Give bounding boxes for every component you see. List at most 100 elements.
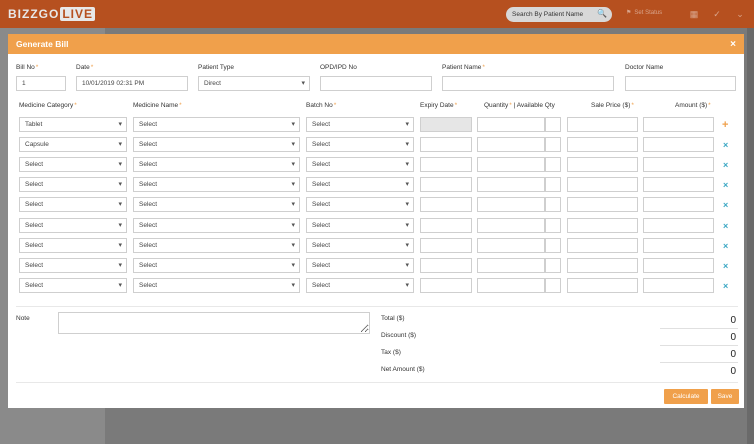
available-qty-field[interactable] bbox=[545, 137, 561, 152]
batch-no-select[interactable]: Select bbox=[306, 218, 414, 233]
opd-ipd-field[interactable] bbox=[320, 76, 432, 91]
tax-value[interactable]: 0 bbox=[660, 349, 736, 360]
medicine-name-select[interactable]: Select bbox=[133, 258, 300, 273]
quantity-field[interactable] bbox=[477, 137, 545, 152]
medicine-name-select[interactable]: Select bbox=[133, 238, 300, 253]
medicine-category-select[interactable]: Select bbox=[19, 197, 127, 212]
date-field[interactable]: 10/01/2019 02:31 PM bbox=[76, 76, 188, 91]
calculate-button[interactable]: Calculate bbox=[664, 389, 708, 404]
quantity-field[interactable] bbox=[477, 157, 545, 172]
medicine-category-select[interactable]: Select bbox=[19, 218, 127, 233]
delete-row-icon[interactable]: × bbox=[723, 241, 728, 251]
patient-type-select[interactable]: Direct bbox=[198, 76, 310, 91]
medicine-name-select[interactable]: Select bbox=[133, 137, 300, 152]
quantity-field[interactable] bbox=[477, 197, 545, 212]
available-qty-field[interactable] bbox=[545, 238, 561, 253]
amount-field[interactable] bbox=[643, 278, 714, 293]
expiry-date-field[interactable] bbox=[420, 157, 472, 172]
batch-no-select[interactable]: Select bbox=[306, 177, 414, 192]
delete-row-icon[interactable]: × bbox=[723, 281, 728, 291]
doctor-name-field[interactable] bbox=[625, 76, 736, 91]
quantity-field[interactable] bbox=[477, 258, 545, 273]
sale-price-field[interactable] bbox=[567, 177, 638, 192]
medicine-category-select[interactable]: Select bbox=[19, 238, 127, 253]
note-textarea[interactable] bbox=[58, 312, 370, 334]
medicine-name-select[interactable]: Select bbox=[133, 218, 300, 233]
discount-value[interactable]: 0 bbox=[660, 332, 736, 343]
expiry-date-field[interactable] bbox=[420, 218, 472, 233]
delete-row-icon[interactable]: × bbox=[723, 140, 728, 150]
medicine-name-select[interactable]: Select bbox=[133, 278, 300, 293]
available-qty-field[interactable] bbox=[545, 258, 561, 273]
close-icon[interactable]: × bbox=[730, 39, 736, 50]
batch-no-select[interactable]: Select bbox=[306, 258, 414, 273]
amount-field[interactable] bbox=[643, 258, 714, 273]
search-icon[interactable]: 🔍 bbox=[597, 9, 607, 18]
save-button[interactable]: Save bbox=[711, 389, 739, 404]
sale-price-field[interactable] bbox=[567, 157, 638, 172]
expiry-date-field[interactable] bbox=[420, 258, 472, 273]
bill-no-field[interactable]: 1 bbox=[16, 76, 66, 91]
add-row-icon[interactable]: + bbox=[722, 120, 728, 131]
amount-field[interactable] bbox=[643, 157, 714, 172]
user-status-menu[interactable]: ⚑ Set Status bbox=[626, 9, 662, 17]
batch-no-select[interactable]: Select bbox=[306, 197, 414, 212]
expiry-date-field[interactable] bbox=[420, 117, 472, 132]
calendar-icon[interactable]: ▦ bbox=[688, 8, 700, 20]
patient-search-input[interactable]: Search By Patient Name 🔍 bbox=[506, 7, 612, 22]
medicine-name-select[interactable]: Select bbox=[133, 157, 300, 172]
batch-no-select[interactable]: Select bbox=[306, 117, 414, 132]
amount-field[interactable] bbox=[643, 117, 714, 132]
available-qty-field[interactable] bbox=[545, 278, 561, 293]
sale-price-field[interactable] bbox=[567, 197, 638, 212]
sale-price-field[interactable] bbox=[567, 258, 638, 273]
batch-no-select[interactable]: Select bbox=[306, 278, 414, 293]
amount-field[interactable] bbox=[643, 177, 714, 192]
quantity-field[interactable] bbox=[477, 278, 545, 293]
quantity-field[interactable] bbox=[477, 117, 545, 132]
medicine-category-select[interactable]: Select bbox=[19, 278, 127, 293]
delete-row-icon[interactable]: × bbox=[723, 200, 728, 210]
brand-logo[interactable]: BIZZGO LIVE bbox=[8, 6, 95, 22]
expiry-date-field[interactable] bbox=[420, 177, 472, 192]
scrollbar[interactable] bbox=[747, 28, 754, 444]
sale-price-field[interactable] bbox=[567, 278, 638, 293]
patient-name-field[interactable] bbox=[442, 76, 614, 91]
expiry-date-field[interactable] bbox=[420, 197, 472, 212]
amount-field[interactable] bbox=[643, 218, 714, 233]
available-qty-field[interactable] bbox=[545, 117, 561, 132]
expiry-date-field[interactable] bbox=[420, 137, 472, 152]
available-qty-field[interactable] bbox=[545, 197, 561, 212]
delete-row-icon[interactable]: × bbox=[723, 160, 728, 170]
medicine-category-select[interactable]: Tablet bbox=[19, 117, 127, 132]
amount-field[interactable] bbox=[643, 137, 714, 152]
quantity-field[interactable] bbox=[477, 177, 545, 192]
quantity-field[interactable] bbox=[477, 218, 545, 233]
delete-row-icon[interactable]: × bbox=[723, 180, 728, 190]
sale-price-field[interactable] bbox=[567, 117, 638, 132]
chevron-down-icon[interactable]: ⌄ bbox=[734, 8, 746, 20]
medicine-name-select[interactable]: Select bbox=[133, 117, 300, 132]
quantity-field[interactable] bbox=[477, 238, 545, 253]
sale-price-field[interactable] bbox=[567, 137, 638, 152]
batch-no-select[interactable]: Select bbox=[306, 238, 414, 253]
expiry-date-field[interactable] bbox=[420, 238, 472, 253]
delete-row-icon[interactable]: × bbox=[723, 221, 728, 231]
sale-price-field[interactable] bbox=[567, 218, 638, 233]
batch-no-select[interactable]: Select bbox=[306, 157, 414, 172]
expiry-date-field[interactable] bbox=[420, 278, 472, 293]
batch-no-select[interactable]: Select bbox=[306, 137, 414, 152]
medicine-category-select[interactable]: Capsule bbox=[19, 137, 127, 152]
medicine-category-select[interactable]: Select bbox=[19, 157, 127, 172]
medicine-category-select[interactable]: Select bbox=[19, 258, 127, 273]
available-qty-field[interactable] bbox=[545, 157, 561, 172]
sale-price-field[interactable] bbox=[567, 238, 638, 253]
medicine-category-select[interactable]: Select bbox=[19, 177, 127, 192]
medicine-name-select[interactable]: Select bbox=[133, 197, 300, 212]
medicine-name-select[interactable]: Select bbox=[133, 177, 300, 192]
delete-row-icon[interactable]: × bbox=[723, 261, 728, 271]
check-icon[interactable]: ✓ bbox=[711, 8, 723, 20]
amount-field[interactable] bbox=[643, 238, 714, 253]
available-qty-field[interactable] bbox=[545, 177, 561, 192]
available-qty-field[interactable] bbox=[545, 218, 561, 233]
